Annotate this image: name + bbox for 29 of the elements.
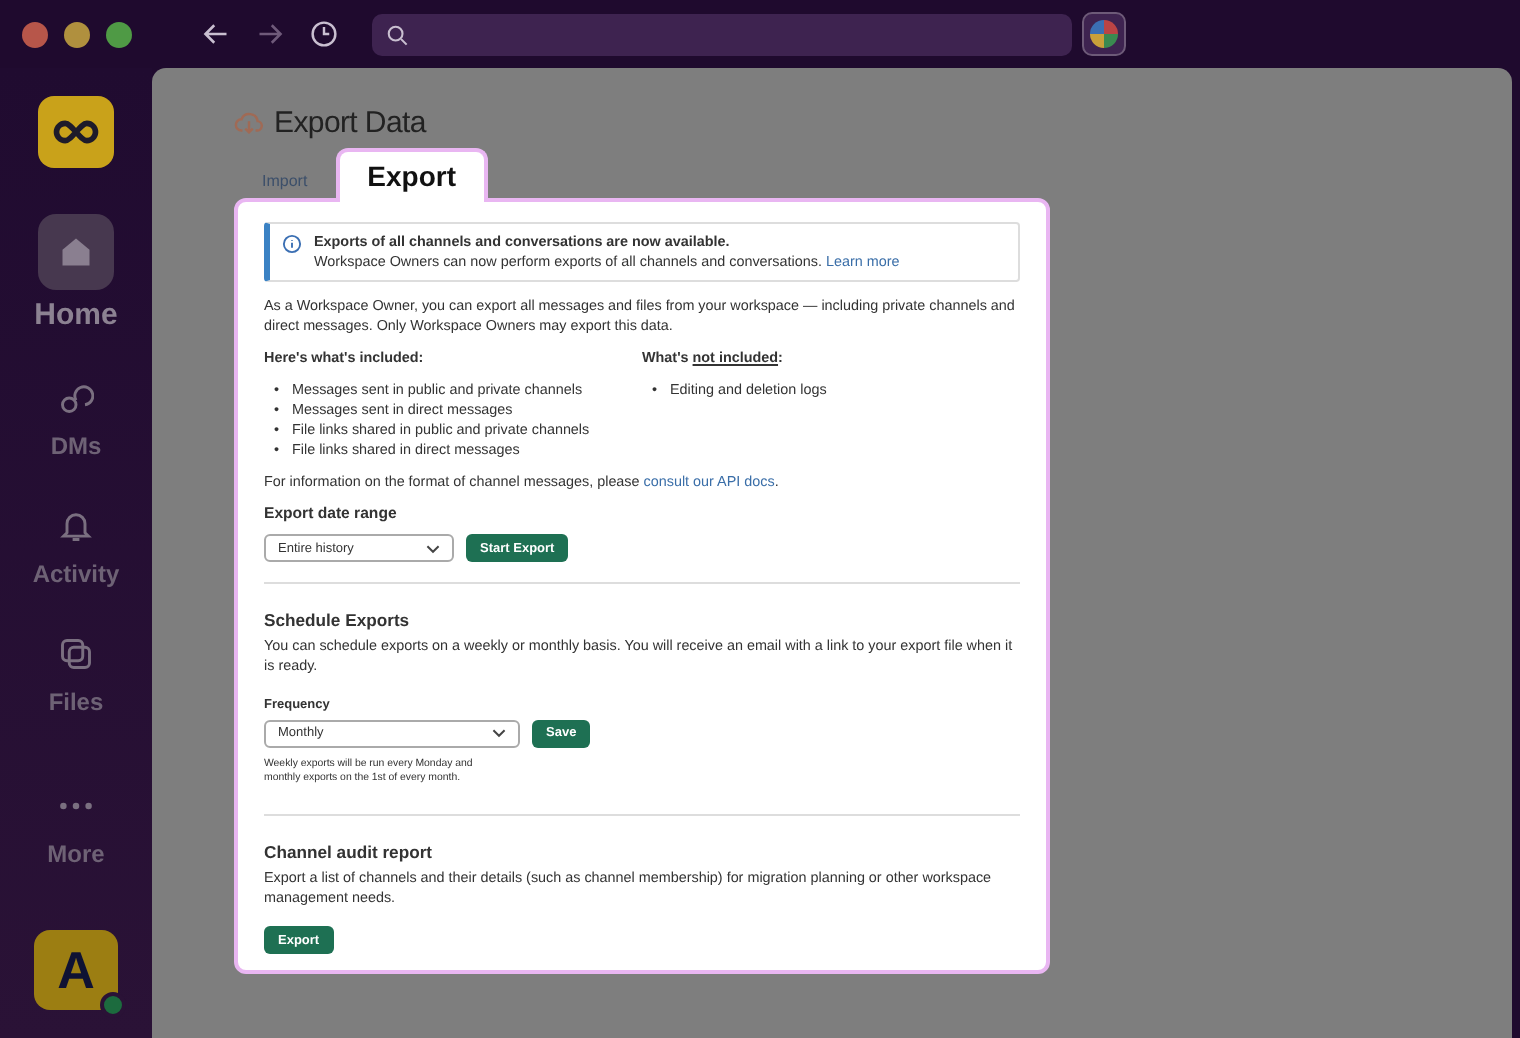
chevron-down-icon [492,728,506,739]
sidebar-item[interactable]: More [16,780,136,868]
bell-icon [58,508,94,544]
chevron-down-icon [426,543,440,554]
sidebar-item[interactable]: Files [16,628,136,716]
tab[interactable]: Export [335,148,489,202]
close-dot[interactable] [22,21,48,47]
sidebar-item[interactable]: Activity [16,500,136,588]
files-icon [58,636,94,672]
forward-arrow-icon[interactable] [256,20,284,48]
cloud-download-icon [234,107,264,137]
house-icon [58,234,94,270]
minimize-dot[interactable] [64,21,90,47]
history-clock-icon[interactable] [310,20,338,48]
more-dots-icon [58,800,94,812]
schedule-title: Schedule Exports [264,608,412,633]
info-icon [282,234,302,254]
online-status-icon [100,992,126,1018]
page-title: Export Data [274,105,426,139]
search-icon [386,23,408,45]
sidebar-item[interactable]: Home [16,214,136,332]
chat-bubbles-icon [58,380,94,416]
help-avatar-icon[interactable] [1082,12,1126,56]
sidebar-item[interactable]: DMs [16,372,136,460]
zoom-dot[interactable] [106,21,132,47]
audit-title: Channel audit report [264,840,435,865]
workspace-logo-icon[interactable] [38,96,114,168]
back-arrow-icon[interactable] [202,20,230,48]
search-field[interactable] [372,13,1072,55]
